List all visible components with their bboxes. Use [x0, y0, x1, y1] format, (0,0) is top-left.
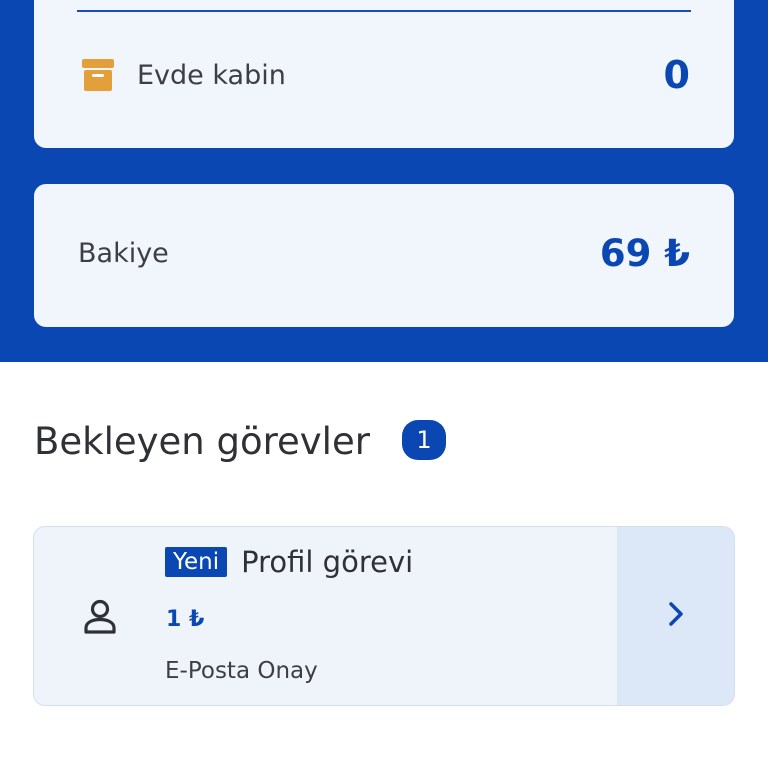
- balance-value: 69 ₺: [599, 232, 690, 275]
- chevron-right-icon: [665, 599, 687, 633]
- pending-count-badge: 1: [402, 420, 446, 460]
- task-card[interactable]: Yeni Profil görevi 1 ₺ E-Posta Onay: [33, 526, 735, 706]
- archive-box-icon: [80, 57, 116, 93]
- task-title: Profil görevi: [241, 545, 414, 579]
- page: Evde kabin 0 Bakiye 69 ₺ Bekleyen görevl…: [0, 0, 768, 768]
- person-icon: [80, 597, 120, 637]
- pending-tasks-title: Bekleyen görevler: [34, 420, 370, 463]
- task-open-button[interactable]: [617, 527, 734, 705]
- summary-card: Evde kabin 0: [34, 0, 734, 148]
- balance-card[interactable]: Bakiye 69 ₺: [34, 184, 734, 327]
- task-reward: 1 ₺: [166, 607, 205, 632]
- balance-label: Bakiye: [78, 238, 169, 269]
- home-cabin-row: Evde kabin 0: [80, 53, 690, 97]
- new-badge: Yeni: [165, 547, 228, 577]
- home-cabin-value: 0: [663, 53, 690, 97]
- task-header: Yeni Profil görevi: [165, 545, 413, 579]
- home-cabin-label: Evde kabin: [137, 59, 286, 91]
- task-description: E-Posta Onay: [165, 658, 318, 684]
- card-divider: [77, 10, 691, 12]
